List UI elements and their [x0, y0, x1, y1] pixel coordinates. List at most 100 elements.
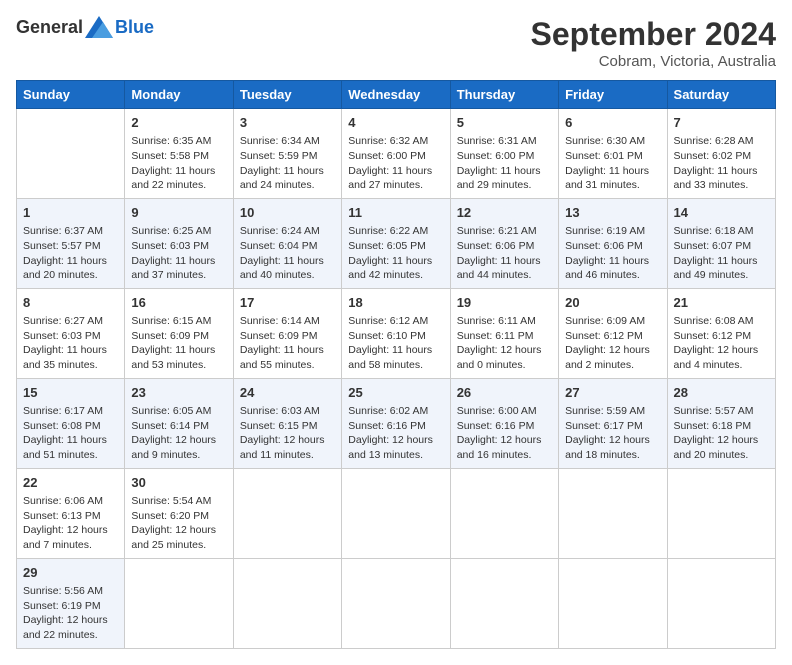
day-info: Daylight: 11 hours: [565, 254, 660, 269]
day-info: and 51 minutes.: [23, 448, 118, 463]
day-info: Daylight: 12 hours: [131, 433, 226, 448]
weekday-header-row: SundayMondayTuesdayWednesdayThursdayFrid…: [17, 81, 776, 109]
day-info: Sunset: 6:18 PM: [674, 419, 769, 434]
day-number: 11: [348, 204, 443, 222]
weekday-header-wednesday: Wednesday: [342, 81, 450, 109]
calendar-cell: 5Sunrise: 6:31 AMSunset: 6:00 PMDaylight…: [450, 109, 558, 199]
day-info: Sunset: 6:16 PM: [348, 419, 443, 434]
day-info: Daylight: 12 hours: [240, 433, 335, 448]
calendar-cell: 21Sunrise: 6:08 AMSunset: 6:12 PMDayligh…: [667, 288, 775, 378]
day-info: Sunrise: 5:56 AM: [23, 584, 118, 599]
day-info: Sunrise: 6:08 AM: [674, 314, 769, 329]
day-info: Sunset: 6:06 PM: [457, 239, 552, 254]
calendar-cell: 7Sunrise: 6:28 AMSunset: 6:02 PMDaylight…: [667, 109, 775, 199]
calendar-cell: 6Sunrise: 6:30 AMSunset: 6:01 PMDaylight…: [559, 109, 667, 199]
day-number: 23: [131, 384, 226, 402]
day-info: Daylight: 11 hours: [131, 164, 226, 179]
day-info: Sunset: 6:07 PM: [674, 239, 769, 254]
day-info: Sunrise: 6:15 AM: [131, 314, 226, 329]
day-info: Sunset: 6:00 PM: [457, 149, 552, 164]
day-info: Daylight: 11 hours: [240, 254, 335, 269]
day-info: Daylight: 11 hours: [457, 164, 552, 179]
calendar-cell: 12Sunrise: 6:21 AMSunset: 6:06 PMDayligh…: [450, 198, 558, 288]
day-number: 17: [240, 294, 335, 312]
day-info: and 25 minutes.: [131, 538, 226, 553]
weekday-header-friday: Friday: [559, 81, 667, 109]
day-info: Sunrise: 6:17 AM: [23, 404, 118, 419]
calendar-cell: 23Sunrise: 6:05 AMSunset: 6:14 PMDayligh…: [125, 378, 233, 468]
calendar-cell: 11Sunrise: 6:22 AMSunset: 6:05 PMDayligh…: [342, 198, 450, 288]
calendar-cell: 19Sunrise: 6:11 AMSunset: 6:11 PMDayligh…: [450, 288, 558, 378]
day-info: Sunrise: 6:11 AM: [457, 314, 552, 329]
day-info: and 42 minutes.: [348, 268, 443, 283]
day-info: Sunset: 6:02 PM: [674, 149, 769, 164]
calendar-cell: [559, 468, 667, 558]
day-info: Sunset: 6:11 PM: [457, 329, 552, 344]
day-number: 22: [23, 474, 118, 492]
day-info: Sunrise: 6:19 AM: [565, 224, 660, 239]
day-info: and 55 minutes.: [240, 358, 335, 373]
day-number: 19: [457, 294, 552, 312]
day-number: 15: [23, 384, 118, 402]
calendar-week-row: 15 Sunrise: 6:17 AMSunset: 6:08 PM Dayligh…: [17, 378, 776, 468]
day-info: Sunset: 6:17 PM: [565, 419, 660, 434]
calendar-cell: 8Sunrise: 6:27 AMSunset: 6:03 PMDaylight…: [17, 288, 125, 378]
day-info: and 24 minutes.: [240, 178, 335, 193]
calendar-cell: [667, 468, 775, 558]
day-info: Sunset: 6:13 PM: [23, 509, 118, 524]
day-info: Sunset: 6:09 PM: [240, 329, 335, 344]
title-block: September 2024 Cobram, Victoria, Austral…: [531, 16, 776, 70]
calendar-cell: 22Sunrise: 6:06 AMSunset: 6:13 PMDayligh…: [17, 468, 125, 558]
weekday-header-tuesday: Tuesday: [233, 81, 341, 109]
calendar-cell: 18Sunrise: 6:12 AMSunset: 6:10 PMDayligh…: [342, 288, 450, 378]
day-info: Sunset: 6:00 PM: [348, 149, 443, 164]
calendar-cell: [125, 558, 233, 648]
calendar-cell: [450, 558, 558, 648]
day-info: Sunset: 5:58 PM: [131, 149, 226, 164]
day-info: Daylight: 12 hours: [674, 433, 769, 448]
day-info: Sunset: 6:03 PM: [23, 329, 118, 344]
day-info: and 16 minutes.: [457, 448, 552, 463]
day-info: Daylight: 12 hours: [565, 343, 660, 358]
day-info: Sunrise: 6:05 AM: [131, 404, 226, 419]
day-info: Sunrise: 6:37 AM: [23, 224, 118, 239]
day-info: Sunset: 6:20 PM: [131, 509, 226, 524]
day-info: and 20 minutes.: [23, 268, 118, 283]
day-info: Sunset: 6:19 PM: [23, 599, 118, 614]
day-number: 12: [457, 204, 552, 222]
day-info: and 27 minutes.: [348, 178, 443, 193]
calendar-cell: [559, 558, 667, 648]
day-info: and 7 minutes.: [23, 538, 118, 553]
calendar-cell: 14Sunrise: 6:18 AMSunset: 6:07 PMDayligh…: [667, 198, 775, 288]
calendar-cell: 26Sunrise: 6:00 AMSunset: 6:16 PMDayligh…: [450, 378, 558, 468]
calendar-week-row: 29Sunrise: 5:56 AMSunset: 6:19 PMDayligh…: [17, 558, 776, 648]
day-info: Daylight: 11 hours: [131, 254, 226, 269]
logo-blue: Blue: [115, 17, 154, 38]
calendar-cell: [450, 468, 558, 558]
day-number: 7: [674, 114, 769, 132]
calendar-cell: 29Sunrise: 5:56 AMSunset: 6:19 PMDayligh…: [17, 558, 125, 648]
day-number: 2: [131, 114, 226, 132]
day-info: and 35 minutes.: [23, 358, 118, 373]
day-number: 18: [348, 294, 443, 312]
day-info: Sunrise: 5:57 AM: [674, 404, 769, 419]
day-info: Daylight: 11 hours: [457, 254, 552, 269]
day-info: Daylight: 12 hours: [565, 433, 660, 448]
day-number: 3: [240, 114, 335, 132]
day-number: 14: [674, 204, 769, 222]
calendar-cell: 13Sunrise: 6:19 AMSunset: 6:06 PMDayligh…: [559, 198, 667, 288]
day-info: Sunset: 6:16 PM: [457, 419, 552, 434]
day-number: 6: [565, 114, 660, 132]
day-info: Sunrise: 5:54 AM: [131, 494, 226, 509]
day-info: Sunset: 6:08 PM: [23, 419, 118, 434]
calendar-cell: 3Sunrise: 6:34 AMSunset: 5:59 PMDaylight…: [233, 109, 341, 199]
day-info: Daylight: 12 hours: [131, 523, 226, 538]
calendar-cell: 25Sunrise: 6:02 AMSunset: 6:16 PMDayligh…: [342, 378, 450, 468]
day-info: Sunset: 6:06 PM: [565, 239, 660, 254]
day-info: Sunrise: 6:32 AM: [348, 134, 443, 149]
day-info: Daylight: 11 hours: [23, 343, 118, 358]
day-info: Sunrise: 6:14 AM: [240, 314, 335, 329]
day-info: and 2 minutes.: [565, 358, 660, 373]
day-info: Sunrise: 6:12 AM: [348, 314, 443, 329]
day-info: Sunrise: 6:35 AM: [131, 134, 226, 149]
